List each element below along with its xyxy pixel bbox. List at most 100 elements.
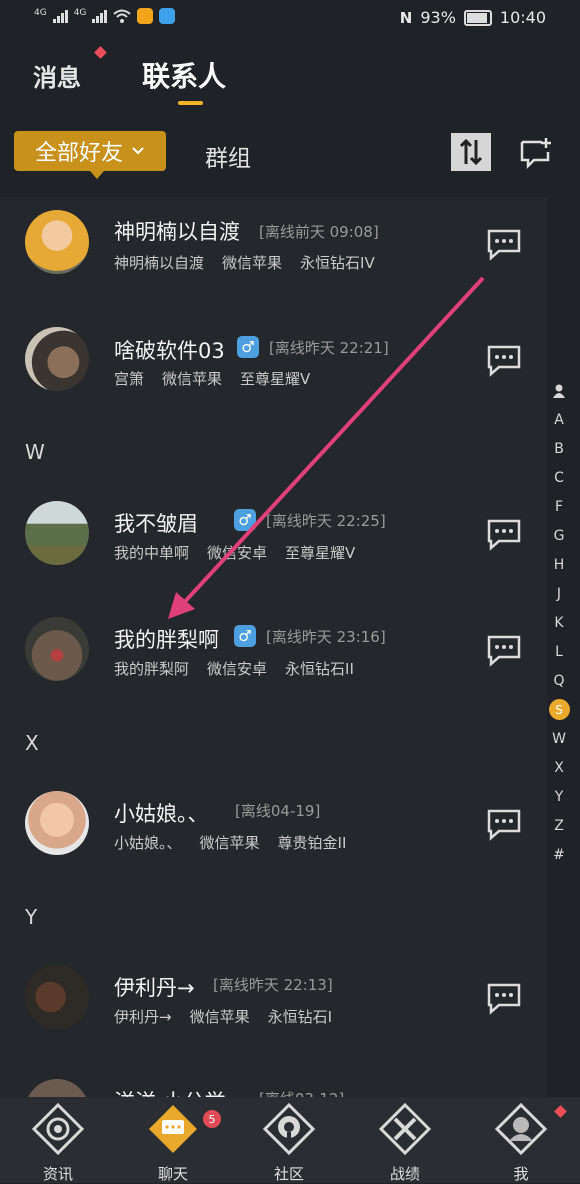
profile-icon bbox=[494, 1102, 548, 1156]
nav-community-label: 社区 bbox=[273, 1165, 304, 1183]
contact-row[interactable]: 我不皱眉 ♂ [离线昨天 22:25] 我的中单啊 微信安卓 至尊星耀V bbox=[0, 484, 547, 584]
groups-tab[interactable]: 群组 bbox=[205, 139, 251, 173]
contact-details: 神明楠以自渡 微信苹果 永恒钻石IV bbox=[114, 254, 375, 272]
all-friends-dropdown[interactable]: 全部好友 bbox=[14, 131, 166, 179]
signal-icon bbox=[52, 9, 68, 23]
contact-name: 伊利丹→ bbox=[114, 976, 195, 1000]
nav-me[interactable]: 我 bbox=[486, 1102, 567, 1184]
contact-status: [离线昨天 22:13] bbox=[213, 976, 333, 994]
contact-name: 啥破软件03 bbox=[114, 339, 225, 363]
index-letter[interactable]: C bbox=[548, 463, 570, 492]
section-header-w: W bbox=[25, 440, 45, 464]
index-letter[interactable]: F bbox=[548, 492, 570, 521]
chat-bubble-icon[interactable] bbox=[485, 633, 523, 667]
contact-name: 洋洋 小公举 bbox=[114, 1086, 226, 1097]
contact-details: 宫箫 微信苹果 至尊星耀V bbox=[114, 370, 311, 388]
contact-status: [离线04-19] bbox=[235, 802, 321, 820]
sort-button[interactable] bbox=[451, 133, 491, 171]
contact-status: [离线前天 09:08] bbox=[259, 223, 379, 241]
chat-bubble-icon[interactable] bbox=[485, 227, 523, 261]
network-type-2: 4G bbox=[73, 8, 87, 18]
contact-row[interactable]: 伊利丹→ [离线昨天 22:13] 伊利丹→ 微信苹果 永恒钻石I bbox=[0, 948, 547, 1048]
nav-news[interactable]: 资讯 bbox=[23, 1102, 93, 1184]
index-contacts-icon[interactable] bbox=[548, 376, 570, 405]
contact-row[interactable]: 小姑娘。、 [离线04-19] 小姑娘。、 微信苹果 尊贵铂金II bbox=[0, 774, 547, 874]
section-header-y: Y bbox=[25, 905, 38, 929]
alphabet-index[interactable]: A B C F G H J K L Q S W X Y Z # bbox=[548, 376, 570, 869]
contact-status: [离线03-12] bbox=[259, 1088, 344, 1097]
male-gender-icon: ♂ bbox=[237, 336, 259, 358]
contact-status: [离线昨天 23:16] bbox=[266, 628, 386, 646]
nfc-icon: N bbox=[399, 8, 413, 27]
nav-community[interactable]: 社区 bbox=[254, 1102, 324, 1184]
clock: 10:40 bbox=[499, 8, 546, 27]
nav-news-label: 资讯 bbox=[42, 1165, 73, 1183]
chat-bubble-icon[interactable] bbox=[485, 981, 523, 1015]
chat-bubble-icon[interactable] bbox=[485, 807, 523, 841]
contact-name: 神明楠以自渡 bbox=[114, 220, 240, 244]
index-letter[interactable]: # bbox=[548, 840, 570, 869]
app-notification-icon-2 bbox=[159, 8, 176, 24]
contact-row[interactable]: 啥破软件03 ♂ [离线昨天 22:21] 宫箫 微信苹果 至尊星耀V bbox=[0, 311, 547, 411]
status-bar: 4G 4G N 93% 10:40 bbox=[0, 0, 580, 38]
unread-badge: 5 bbox=[203, 1110, 221, 1128]
index-letter[interactable]: Y bbox=[548, 782, 570, 811]
tab-contacts[interactable]: 联系人 bbox=[142, 55, 226, 95]
index-letter[interactable]: Z bbox=[548, 811, 570, 840]
index-letter[interactable]: G bbox=[548, 521, 570, 550]
sort-icon bbox=[459, 138, 483, 166]
crossed-swords-icon bbox=[378, 1102, 432, 1156]
index-letter[interactable]: B bbox=[548, 434, 570, 463]
news-icon bbox=[31, 1102, 85, 1156]
chevron-down-icon bbox=[132, 147, 144, 155]
index-letter[interactable]: L bbox=[548, 637, 570, 666]
tab-messages[interactable]: 消息 bbox=[33, 58, 81, 93]
nav-record[interactable]: 战绩 bbox=[370, 1102, 440, 1184]
bottom-nav: 资讯 聊天 5 社区 战绩 我 bbox=[0, 1097, 580, 1183]
battery-percent: 93% bbox=[420, 8, 456, 27]
avatar bbox=[25, 327, 89, 391]
chat-bubble-icon[interactable] bbox=[485, 517, 523, 551]
contact-name: 我的胖梨啊 bbox=[114, 628, 219, 652]
messages-unread-dot bbox=[94, 46, 107, 59]
contact-name: 小姑娘。、 bbox=[114, 802, 209, 826]
nav-chat-label: 聊天 bbox=[157, 1165, 188, 1183]
nav-me-label: 我 bbox=[513, 1165, 529, 1183]
avatar bbox=[25, 1079, 89, 1097]
avatar bbox=[25, 501, 89, 565]
male-gender-icon: ♂ bbox=[234, 509, 256, 531]
contact-name: 我不皱眉 bbox=[114, 512, 198, 536]
contact-row[interactable]: 我的胖梨啊 ♂ [离线昨天 23:16] 我的胖梨阿 微信安卓 永恒钻石II bbox=[0, 600, 547, 700]
avatar bbox=[25, 791, 89, 855]
nav-record-label: 战绩 bbox=[389, 1165, 420, 1183]
index-letter[interactable]: W bbox=[548, 724, 570, 753]
index-letter[interactable]: K bbox=[548, 608, 570, 637]
index-letter[interactable]: Q bbox=[548, 666, 570, 695]
contact-details: 我的中单啊 微信安卓 至尊星耀V bbox=[114, 544, 356, 562]
contact-row[interactable]: 神明楠以自渡 [离线前天 09:08] 神明楠以自渡 微信苹果 永恒钻石IV bbox=[0, 196, 547, 296]
contact-details: 伊利丹→ 微信苹果 永恒钻石I bbox=[114, 1008, 333, 1026]
index-letter[interactable]: J bbox=[548, 579, 570, 608]
wifi-icon bbox=[113, 9, 132, 23]
community-icon bbox=[262, 1102, 316, 1156]
index-letter[interactable]: H bbox=[548, 550, 570, 579]
nav-chat[interactable]: 聊天 5 bbox=[138, 1103, 221, 1184]
avatar bbox=[25, 210, 89, 274]
index-letter-active[interactable]: S bbox=[548, 699, 570, 720]
chat-bubble-icon[interactable] bbox=[485, 343, 523, 377]
index-letter[interactable]: A bbox=[548, 405, 570, 434]
all-friends-label: 全部好友 bbox=[34, 141, 123, 166]
me-unread-dot bbox=[554, 1105, 567, 1118]
chat-icon bbox=[149, 1105, 197, 1153]
contact-row[interactable]: 洋洋 小公举 [离线03-12] bbox=[0, 1062, 547, 1097]
add-chat-icon[interactable] bbox=[518, 136, 554, 170]
section-header-x: X bbox=[25, 731, 39, 755]
index-letter[interactable]: X bbox=[548, 753, 570, 782]
contact-details: 我的胖梨阿 微信安卓 永恒钻石II bbox=[114, 660, 354, 678]
battery-icon bbox=[463, 9, 492, 26]
male-gender-icon: ♂ bbox=[234, 625, 256, 647]
active-tab-indicator bbox=[178, 101, 203, 105]
contact-status: [离线昨天 22:21] bbox=[269, 339, 389, 357]
avatar bbox=[25, 617, 89, 681]
signal-icon-2 bbox=[92, 9, 108, 23]
